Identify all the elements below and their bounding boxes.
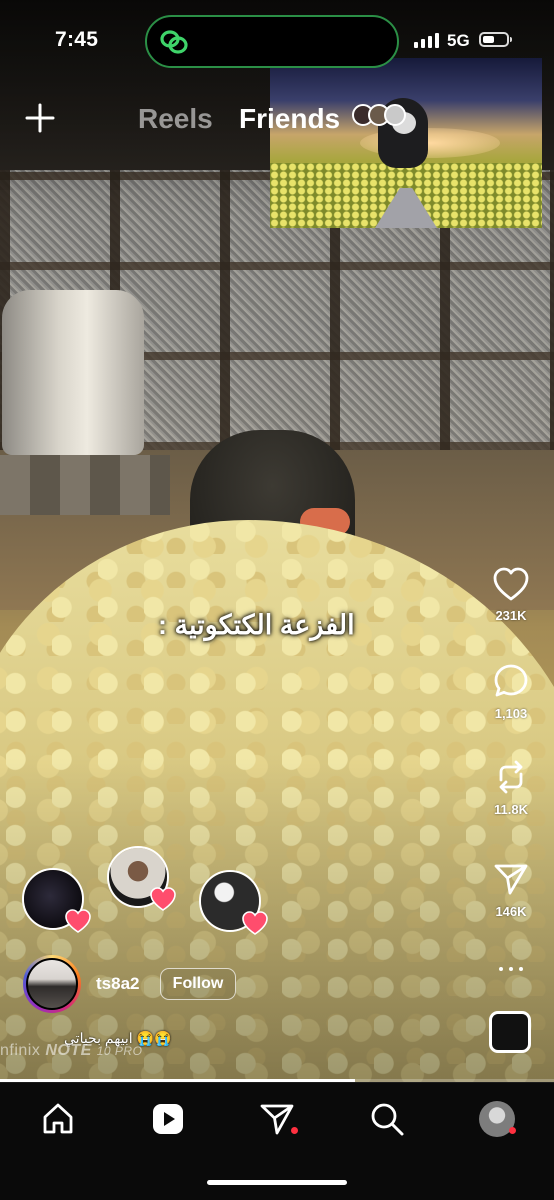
tab-reels[interactable]: Reels [138,103,213,135]
comment-button[interactable]: 1,103 [482,662,540,721]
notification-dot [291,1127,298,1134]
search-icon[interactable] [369,1101,405,1137]
like-count: 231K [495,608,527,623]
device-watermark: nfinix NOTE 10 PRO [0,1042,142,1060]
repost-button[interactable]: 11.8K [482,758,540,817]
repost-count: 11.8K [494,802,528,817]
network-type: 5G [447,31,470,50]
share-count: 146K [495,904,527,919]
send-icon [494,864,528,895]
heart-icon [493,567,529,601]
reels-icon[interactable] [150,1101,186,1137]
plus-icon[interactable] [24,102,56,134]
watermark-brand: nfinix [0,1042,41,1059]
watermark-suffix: 10 PRO [96,1044,143,1058]
comment-icon [494,664,528,697]
friends-avatar-stack[interactable] [352,104,406,126]
comment-count: 1,103 [494,706,528,721]
author-avatar-image [26,958,78,1010]
audio-thumbnail[interactable] [489,1011,531,1053]
watermark-model: NOTE [45,1042,92,1059]
reels-screen: 7:45 5G Reels Friends الفزعة الكتكوتية :… [0,0,554,1200]
more-options-icon[interactable] [498,960,524,978]
notification-dot [509,1127,516,1134]
status-bar: 7:45 5G [0,0,554,80]
link-icon [160,30,188,54]
battery-icon [479,32,512,47]
home-indicator[interactable] [207,1180,347,1185]
tab-friends[interactable]: Friends [239,103,340,135]
cellular-signal-icon [414,33,439,48]
share-button[interactable]: 146K [482,860,540,919]
video-inset-thumbnail [270,58,542,228]
video-overlay-text: الفزعة الكتكوتية : [158,610,355,640]
follow-button[interactable]: Follow [160,968,236,1000]
author-username[interactable]: ts8a2 [96,974,139,994]
status-time: 7:45 [55,28,99,51]
heart-reaction-icon [150,887,176,911]
like-button[interactable]: 231K [482,566,540,623]
author-avatar[interactable] [23,955,81,1013]
heart-reaction-icon [65,909,91,933]
direct-icon[interactable] [259,1101,295,1137]
dynamic-island[interactable] [145,15,399,68]
heart-reaction-icon [242,911,268,935]
friend-avatar [384,104,406,126]
liked-by-friend-avatar[interactable] [199,870,268,935]
liked-by-friend-avatar[interactable] [107,846,176,911]
liked-by-friend-avatar[interactable] [22,868,91,933]
repost-icon [499,760,523,794]
home-icon[interactable] [40,1101,76,1137]
